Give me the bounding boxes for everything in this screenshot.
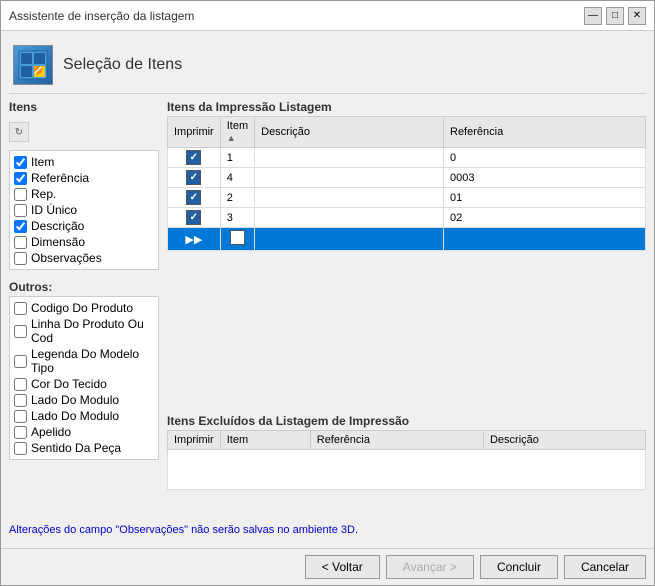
header-title: Seleção de Itens [63,56,182,74]
excl-col-referencia: Referência [310,431,483,450]
new-row-imprimir[interactable] [220,228,254,251]
footer-buttons: < Voltar Avançar > Concluir Cancelar [305,555,646,579]
row2-descricao [255,168,444,188]
row4-imprimir[interactable]: ✓ [168,208,221,228]
item-observacoes[interactable]: Observações [14,251,154,265]
outros-lado1[interactable]: Lado Do Modulo [14,393,154,407]
row2-referencia: 0003 [444,168,646,188]
table-row-new: ▶▶ [168,228,646,251]
row2-item: 4 [220,168,254,188]
excluded-section: Itens Excluídos da Listagem de Impressão… [167,414,646,514]
outros-cor[interactable]: Cor Do Tecido [14,377,154,391]
new-row-item [255,228,444,251]
row3-descricao [255,188,444,208]
header-section: Seleção de Itens [9,39,646,94]
title-bar: Assistente de inserção da listagem — □ ✕ [1,1,654,31]
row3-imprimir[interactable]: ✓ [168,188,221,208]
outros-lado2[interactable]: Lado Do Modulo [14,409,154,423]
excl-col-imprimir: Imprimir [168,431,221,450]
header-icon [13,45,53,85]
finish-button[interactable]: Concluir [480,555,558,579]
items-table-wrapper: Imprimir Item ▲ Descrição Referência ✓ [167,116,646,251]
row3-item: 2 [220,188,254,208]
footer: < Voltar Avançar > Concluir Cancelar [1,548,654,585]
new-row-referencia [444,228,646,251]
item-dimensao[interactable]: Dimensão [14,235,154,249]
table-row: ✓ 4 0003 [168,168,646,188]
item-id-unico[interactable]: ID Único [14,203,154,217]
item-rep[interactable]: Rep. [14,187,154,201]
close-button[interactable]: ✕ [628,7,646,25]
outros-legenda[interactable]: Legenda Do Modelo Tipo [14,347,154,375]
title-bar-left: Assistente de inserção da listagem [9,9,194,23]
excluded-table-header: Imprimir Item Referência Descrição [168,431,646,450]
right-panel: Itens da Impressão Listagem Imprimir Ite… [167,100,646,514]
items-section: Itens da Impressão Listagem Imprimir Ite… [167,100,646,408]
col-descricao: Descrição [255,117,444,148]
main-body: Itens ↻ Item Referência Rep. ID Ún [9,100,646,514]
excl-col-descricao: Descrição [483,431,645,450]
window-content: Seleção de Itens Itens ↻ Item Referência [1,31,654,548]
cancel-button[interactable]: Cancelar [564,555,646,579]
nav-arrow-cell: ▶▶ [168,228,221,251]
title-bar-controls: — □ ✕ [584,7,646,25]
item-item[interactable]: Item [14,155,154,169]
outros-linha[interactable]: Linha Do Produto Ou Cod [14,317,154,345]
window-title: Assistente de inserção da listagem [9,9,194,23]
outros-label: Outros: [9,280,159,294]
refresh-button[interactable]: ↻ [9,122,29,142]
itens-checkbox-list: Item Referência Rep. ID Único Descrição [9,150,159,270]
sort-arrow: ▲ [227,133,236,143]
bottom-note: Alterações do campo "Observações" não se… [9,520,646,540]
row3-referencia: 01 [444,188,646,208]
row1-descricao [255,148,444,168]
table-row: ✓ 2 01 [168,188,646,208]
minimize-button[interactable]: — [584,7,602,25]
left-panel: Itens ↻ Item Referência Rep. ID Ún [9,100,159,514]
excl-col-item: Item [220,431,310,450]
row4-referencia: 02 [444,208,646,228]
row1-item: 1 [220,148,254,168]
outros-section: Outros: Codigo Do Produto Linha Do Produ… [9,280,159,460]
outros-list: Codigo Do Produto Linha Do Produto Ou Co… [9,296,159,460]
table-row: ✓ 3 02 [168,208,646,228]
col-item: Item ▲ [220,117,254,148]
row2-imprimir[interactable]: ✓ [168,168,221,188]
excluded-table: Imprimir Item Referência Descrição [167,430,646,490]
table-row: ✓ 1 0 [168,148,646,168]
back-button[interactable]: < Voltar [305,555,380,579]
row4-descricao [255,208,444,228]
items-table: Imprimir Item ▲ Descrição Referência ✓ [167,116,646,251]
excluded-section-label: Itens Excluídos da Listagem de Impressão [167,414,646,430]
outros-codigo[interactable]: Codigo Do Produto [14,301,154,315]
col-imprimir: Imprimir [168,117,221,148]
next-button[interactable]: Avançar > [386,555,474,579]
item-descricao[interactable]: Descrição [14,219,154,233]
maximize-button[interactable]: □ [606,7,624,25]
item-referencia[interactable]: Referência [14,171,154,185]
outros-sentido[interactable]: Sentido Da Peça [14,441,154,455]
items-table-header: Imprimir Item ▲ Descrição Referência [168,117,646,148]
excluded-empty-row [168,450,646,490]
items-section-label: Itens da Impressão Listagem [167,100,646,116]
col-referencia: Referência [444,117,646,148]
excluded-table-wrapper: Imprimir Item Referência Descrição [167,430,646,490]
main-window: Assistente de inserção da listagem — □ ✕ [0,0,655,586]
row1-referencia: 0 [444,148,646,168]
row1-imprimir[interactable]: ✓ [168,148,221,168]
outros-apelido[interactable]: Apelido [14,425,154,439]
row4-item: 3 [220,208,254,228]
itens-section-label: Itens [9,100,159,114]
